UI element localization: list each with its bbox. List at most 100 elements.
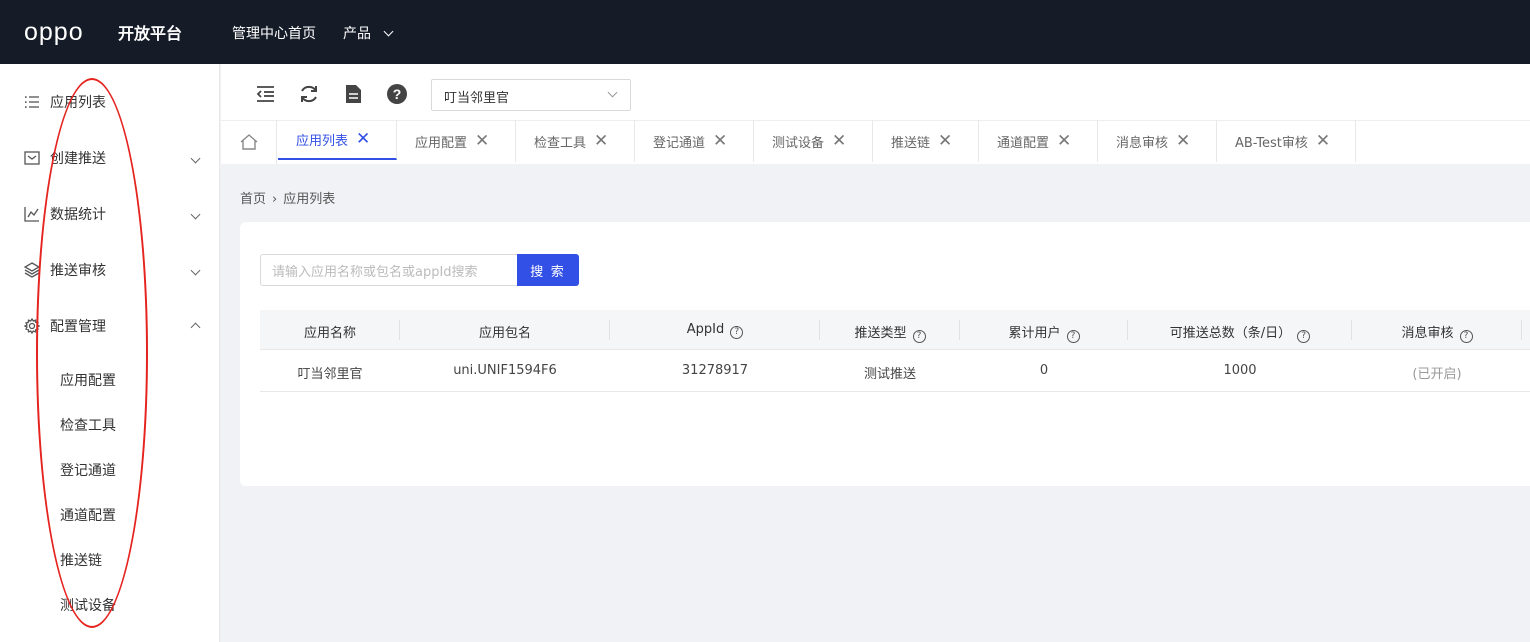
close-icon[interactable]: ✕	[832, 132, 846, 150]
document-icon[interactable]	[342, 83, 364, 105]
app-select-value: 叮当邻里官	[444, 91, 510, 106]
sidebar-sub-app-config[interactable]: 应用配置	[60, 370, 116, 390]
search-placeholder: 请输入应用名称或包名或appId搜索	[272, 264, 478, 280]
help-icon[interactable]: ?	[730, 326, 744, 339]
sidebar-item-push-review[interactable]: 推送审核	[0, 250, 220, 290]
refresh-icon[interactable]	[298, 83, 320, 105]
sidebar-sub-register-channel[interactable]: 登记通道	[60, 460, 116, 480]
cell-app-name: 叮当邻里官	[297, 367, 363, 382]
search-input[interactable]: 请输入应用名称或包名或appId搜索	[260, 254, 518, 286]
oppo-logo[interactable]: oppo	[24, 18, 84, 47]
column-header-label: 可推送总数（条/日）	[1169, 326, 1292, 341]
column-header: AppId?	[610, 322, 820, 339]
column-header-label: AppId	[686, 322, 725, 337]
tab-push-chain[interactable]: 推送链 ✕	[873, 120, 979, 162]
layers-icon	[24, 262, 40, 278]
close-icon[interactable]: ✕	[594, 132, 608, 150]
tab-label: 通道配置	[997, 135, 1050, 151]
search-button[interactable]: 搜 索	[517, 254, 579, 286]
tab-check-tool[interactable]: 检查工具 ✕	[516, 120, 635, 162]
tab-test-device[interactable]: 测试设备 ✕	[754, 120, 873, 162]
close-icon[interactable]: ✕	[356, 130, 370, 148]
column-header: 推送类型?	[820, 322, 960, 343]
cell-push-type: 测试推送	[863, 367, 916, 382]
help-icon[interactable]: ?	[1066, 330, 1080, 343]
breadcrumb-current: 应用列表	[283, 192, 336, 207]
chevron-right-icon: ›	[272, 192, 278, 207]
chevron-down-icon	[190, 209, 201, 219]
close-icon[interactable]: ✕	[475, 132, 489, 150]
table-row[interactable]: 叮当邻里官 uni.UNIF1594F6 31278917 测试推送 0 100…	[260, 351, 1530, 392]
column-header: 累计用户?	[960, 322, 1128, 343]
breadcrumb-home[interactable]: 首页	[240, 192, 266, 207]
cell-package: uni.UNIF1594F6	[453, 363, 557, 378]
svg-text:?: ?	[393, 86, 402, 102]
collapse-menu-icon[interactable]	[254, 83, 276, 105]
cell-push-quota: 1000	[1223, 363, 1257, 378]
tab-label: 测试设备	[772, 135, 825, 151]
nav-product-label: 产品	[343, 26, 371, 42]
tab-label: 消息审核	[1116, 135, 1169, 151]
column-divider	[1521, 320, 1522, 340]
sidebar-sub-channel-config[interactable]: 通道配置	[60, 505, 116, 525]
table-header: 应用名称 应用包名 AppId? 推送类型? 累计用户? 可推送总数（条/日）?…	[260, 310, 1530, 350]
breadcrumb: 首页 › 应用列表	[240, 188, 335, 207]
help-icon[interactable]: ?	[912, 330, 926, 343]
tab-message-review[interactable]: 消息审核 ✕	[1098, 120, 1217, 162]
tab-label: 登记通道	[653, 135, 706, 151]
column-header-label: 推送类型	[854, 326, 907, 341]
tab-register-channel[interactable]: 登记通道 ✕	[635, 120, 754, 162]
sidebar-sub-push-chain[interactable]: 推送链	[60, 550, 102, 570]
sidebar-item-label: 应用列表	[50, 95, 106, 111]
help-icon[interactable]: ?	[1459, 330, 1473, 343]
sidebar-sub-test-device[interactable]: 测试设备	[60, 595, 116, 615]
mail-icon	[24, 151, 40, 165]
tab-label: 推送链	[891, 135, 931, 151]
sidebar-item-app-list[interactable]: 应用列表	[0, 82, 220, 122]
column-header: 消息审核?	[1352, 322, 1522, 343]
sidebar: 应用列表 创建推送 数据统计 推送审核 配置管理 应用配置 检查工具 登记通道 …	[0, 64, 220, 642]
toolbar	[221, 64, 1530, 120]
tab-home[interactable]	[221, 120, 277, 164]
chevron-down-icon	[384, 26, 394, 37]
sidebar-item-statistics[interactable]: 数据统计	[0, 194, 220, 234]
chart-icon	[24, 207, 39, 222]
sidebar-item-label: 配置管理	[50, 319, 106, 335]
chevron-down-icon	[190, 265, 201, 275]
nav-product-menu[interactable]: 产品	[343, 23, 394, 43]
list-icon	[25, 96, 39, 108]
tab-app-config[interactable]: 应用配置 ✕	[397, 120, 516, 162]
close-icon[interactable]: ✕	[713, 132, 727, 150]
tab-label: 应用列表	[296, 133, 349, 149]
sidebar-item-label: 推送审核	[50, 263, 106, 279]
cell-appid: 31278917	[681, 363, 749, 378]
close-icon[interactable]: ✕	[1057, 132, 1071, 150]
gear-icon	[24, 318, 40, 334]
nav-admin-home[interactable]: 管理中心首页	[232, 23, 316, 43]
sidebar-item-config[interactable]: 配置管理	[0, 306, 220, 346]
column-header-label: 累计用户	[1008, 326, 1061, 341]
close-icon[interactable]: ✕	[938, 132, 952, 150]
chevron-down-icon	[190, 153, 201, 163]
cell-message-review: (已开启)	[1412, 367, 1462, 382]
sidebar-item-create-push[interactable]: 创建推送	[0, 138, 220, 178]
close-icon[interactable]: ✕	[1316, 132, 1330, 150]
column-header-label: 消息审核	[1401, 326, 1454, 341]
tab-channel-config[interactable]: 通道配置 ✕	[979, 120, 1098, 162]
tab-app-list[interactable]: 应用列表 ✕	[278, 120, 397, 160]
help-icon[interactable]: ?	[386, 83, 408, 105]
app-select[interactable]: 叮当邻里官	[431, 79, 631, 111]
cell-total-users: 0	[1039, 363, 1049, 378]
tab-label: 应用配置	[415, 135, 468, 151]
column-header-label: 应用名称	[303, 326, 356, 341]
column-header: 应用包名	[400, 322, 610, 341]
platform-title: 开放平台	[118, 24, 183, 43]
chevron-up-icon	[190, 322, 201, 333]
help-icon[interactable]: ?	[1297, 330, 1311, 343]
close-icon[interactable]: ✕	[1176, 132, 1190, 150]
tab-label: 检查工具	[534, 135, 587, 151]
tab-ab-test-review[interactable]: AB-Test审核 ✕	[1217, 120, 1356, 162]
chevron-down-icon	[607, 87, 618, 98]
sidebar-item-label: 创建推送	[50, 151, 106, 167]
sidebar-sub-check-tool[interactable]: 检查工具	[60, 415, 116, 435]
